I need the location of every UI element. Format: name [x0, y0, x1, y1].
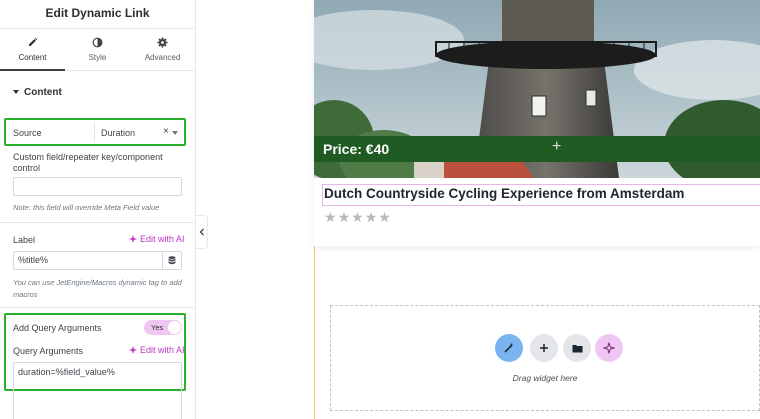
- price-label: Price: €40: [323, 141, 390, 157]
- divider: [0, 307, 196, 308]
- add-element-icon[interactable]: +: [552, 138, 561, 156]
- label-note: You can use JetEngine/Macros dynamic tag…: [13, 278, 182, 299]
- add-query-label: Add Query Arguments: [13, 323, 102, 333]
- tab-style[interactable]: Style: [65, 29, 130, 70]
- chevron-down-icon: [172, 131, 178, 135]
- caret-down-icon: [13, 90, 19, 94]
- query-args-textarea[interactable]: duration=%field_value%: [13, 362, 182, 419]
- price-bar: Price: €40 +: [314, 136, 760, 162]
- dynamic-tags-button[interactable]: [162, 251, 182, 270]
- section-toggle-content[interactable]: Content: [0, 71, 195, 113]
- edit-with-ai-label: Edit with AI: [140, 234, 185, 244]
- tour-card[interactable]: Price: €40 + Dutch Countryside Cycling E…: [314, 0, 760, 246]
- source-select-value: Duration: [101, 128, 136, 138]
- tab-advanced-label: Advanced: [144, 53, 181, 62]
- magic-wand-icon: [504, 342, 514, 353]
- star-icon: ★: [364, 209, 379, 225]
- tour-title[interactable]: Dutch Countryside Cycling Experience fro…: [324, 186, 684, 201]
- drop-zone[interactable]: Drag widget here: [330, 305, 760, 411]
- tab-content[interactable]: Content: [0, 29, 65, 71]
- gear-icon: [157, 37, 168, 48]
- star-icon: ★: [351, 209, 365, 225]
- edit-with-ai-link[interactable]: Edit with AI: [129, 234, 185, 244]
- plus-icon: [540, 344, 548, 352]
- half-circle-icon: [92, 37, 103, 48]
- label-field-label: Label: [13, 235, 36, 245]
- toggle-knob: [168, 321, 181, 334]
- clear-icon[interactable]: ×: [163, 126, 169, 137]
- toggle-yes-label: Yes: [151, 323, 164, 332]
- ai-button[interactable]: [595, 334, 623, 362]
- source-select[interactable]: Duration ×: [94, 122, 182, 142]
- query-args-label: Query Arguments: [13, 346, 84, 356]
- sparkle-icon: [129, 346, 137, 354]
- chevron-left-icon: [199, 228, 204, 236]
- drag-widget-text: Drag widget here: [512, 373, 578, 383]
- rating-stars: ★★★★★: [324, 209, 392, 226]
- column-guide: [314, 246, 315, 419]
- folder-icon: [572, 344, 582, 352]
- tab-content-label: Content: [18, 53, 47, 62]
- edit-with-ai-label: Edit with AI: [140, 345, 185, 355]
- canvas-preview: Price: €40 + Dutch Countryside Cycling E…: [209, 0, 760, 419]
- magic-wand-button[interactable]: [495, 334, 523, 362]
- templates-button[interactable]: [563, 334, 591, 362]
- add-widget-button[interactable]: [530, 334, 558, 362]
- source-label: Source: [13, 128, 42, 138]
- star-icon: ★: [324, 209, 338, 225]
- star-icon: ★: [378, 209, 392, 225]
- panel-tabs: Content Style Advanced: [0, 29, 195, 71]
- label-input[interactable]: %title%: [13, 251, 162, 270]
- add-query-toggle[interactable]: Yes: [144, 320, 182, 335]
- section-title: Content: [24, 86, 62, 98]
- tab-advanced[interactable]: Advanced: [130, 29, 195, 70]
- custom-field-label: Custom field/repeater key/component cont…: [13, 152, 163, 173]
- sparkle-icon: [603, 342, 615, 354]
- star-icon: ★: [337, 209, 352, 225]
- tab-style-label: Style: [88, 53, 107, 62]
- collapse-panel-button[interactable]: [196, 215, 208, 249]
- custom-field-input[interactable]: [13, 177, 182, 196]
- divider: [0, 222, 196, 223]
- panel-title: Edit Dynamic Link: [0, 0, 195, 29]
- pencil-icon: [28, 37, 38, 47]
- custom-field-note: Note: this field will override Meta Fiel…: [13, 203, 160, 212]
- sparkle-icon: [129, 235, 137, 243]
- edit-with-ai-link[interactable]: Edit with AI: [129, 345, 185, 355]
- database-icon: [168, 256, 176, 265]
